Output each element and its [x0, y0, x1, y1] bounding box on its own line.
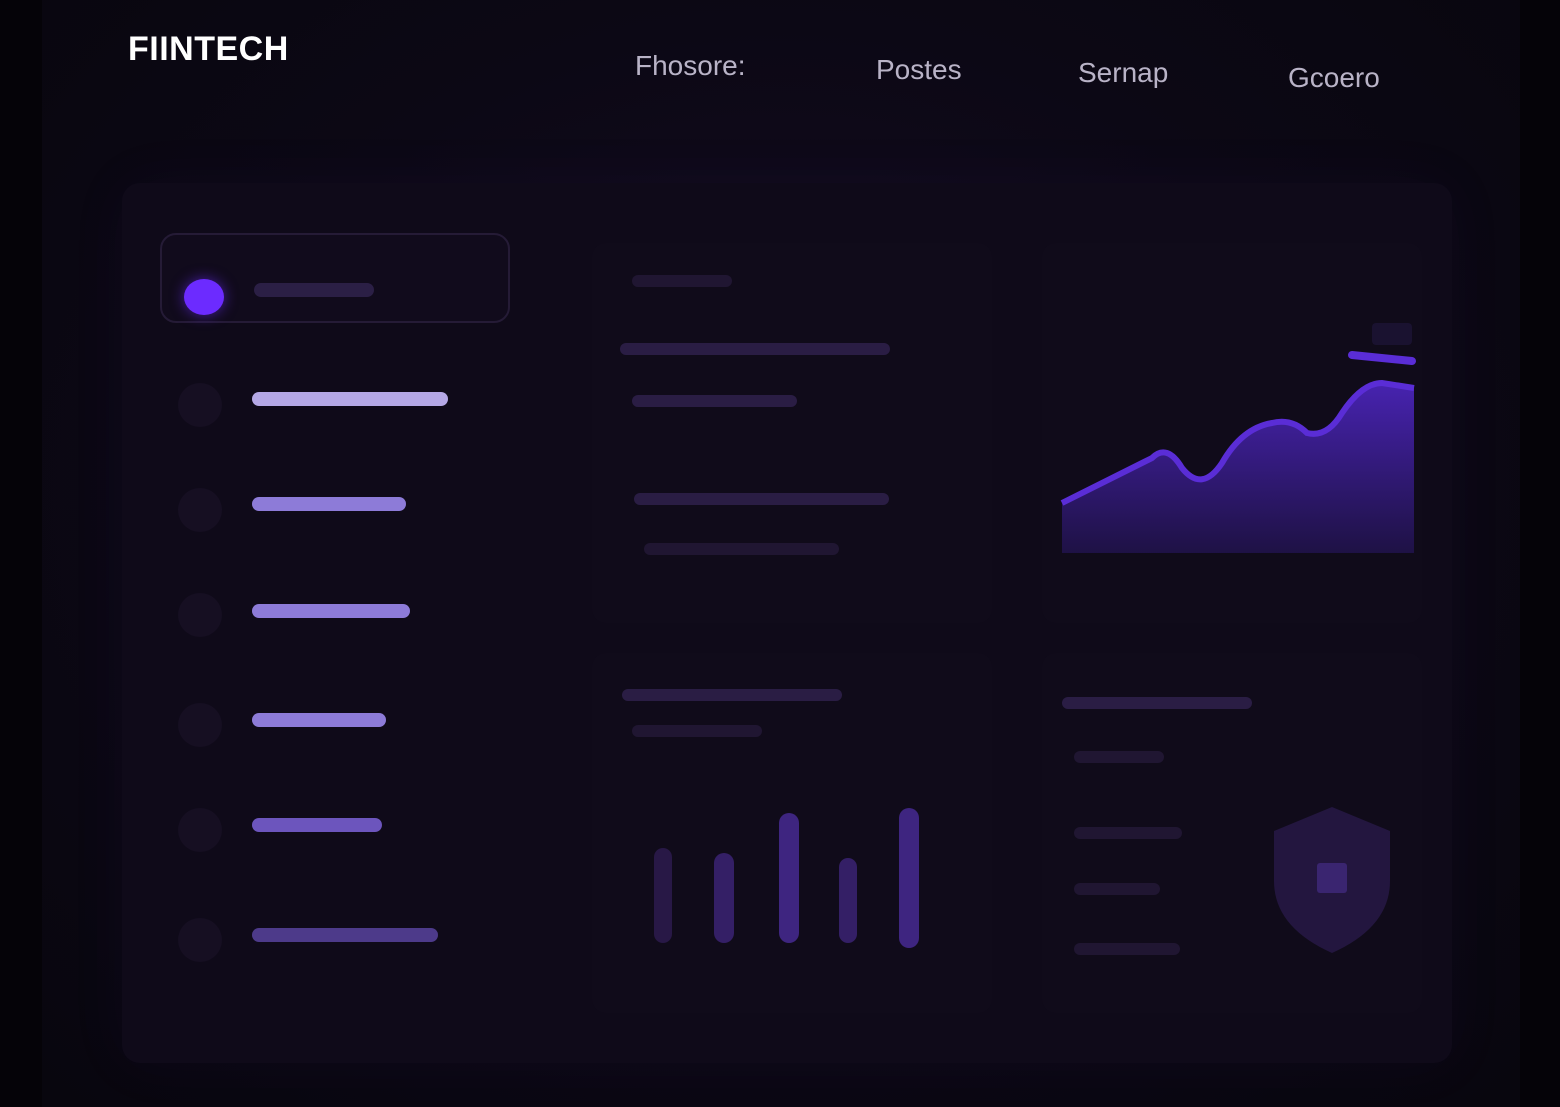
- sidebar-item-1[interactable]: [160, 233, 510, 323]
- bar-chart: [654, 808, 919, 948]
- security-panel: [1042, 653, 1422, 1013]
- placeholder-line: [644, 543, 839, 555]
- area-chart: [1060, 323, 1416, 553]
- placeholder-line: [1074, 827, 1182, 839]
- sidebar-item-icon: [178, 593, 222, 637]
- dashboard-card: [122, 183, 1452, 1063]
- sidebar-item-icon: [178, 918, 222, 962]
- sidebar-item-icon: [178, 488, 222, 532]
- sidebar-item-label: [252, 818, 382, 832]
- sidebar-item-label: [252, 713, 386, 727]
- sidebar-item-label: [254, 283, 374, 297]
- sidebar-item-6[interactable]: [160, 778, 510, 868]
- placeholder-line: [632, 395, 797, 407]
- sidebar-item-4[interactable]: [160, 563, 510, 653]
- sidebar-item-label: [252, 604, 410, 618]
- bar: [839, 858, 857, 943]
- placeholder-line: [620, 343, 890, 355]
- area-chart-panel: [1042, 243, 1422, 623]
- bar-chart-panel: [592, 653, 992, 1013]
- placeholder-line: [1062, 697, 1252, 709]
- nav-item-3[interactable]: Sernap: [1078, 57, 1168, 89]
- sidebar-item-label: [252, 497, 406, 511]
- placeholder-line: [1074, 883, 1160, 895]
- sidebar-item-3[interactable]: [160, 458, 510, 548]
- chart-legend-line: [1348, 351, 1416, 365]
- bar: [654, 848, 672, 943]
- nav-item-2[interactable]: Postes: [876, 54, 962, 86]
- screen-frame: FIINTECH Fhosore: Postes Sernap Gcoero: [0, 0, 1560, 1107]
- bar: [899, 808, 919, 948]
- placeholder-line: [1074, 751, 1164, 763]
- placeholder-line: [634, 493, 889, 505]
- summary-panel: [592, 243, 992, 623]
- shield-icon: [1274, 807, 1390, 953]
- bar: [714, 853, 734, 943]
- nav-item-4[interactable]: Gcoero: [1288, 62, 1380, 94]
- app-window: FIINTECH Fhosore: Postes Sernap Gcoero: [42, 0, 1520, 1107]
- chart-badge: [1372, 323, 1412, 345]
- sidebar: [160, 233, 510, 1013]
- sidebar-item-7[interactable]: [160, 888, 510, 978]
- sidebar-item-icon: [184, 279, 224, 315]
- sidebar-item-2[interactable]: [160, 353, 510, 443]
- bar: [779, 813, 799, 943]
- sidebar-item-icon: [178, 383, 222, 427]
- sidebar-item-5[interactable]: [160, 673, 510, 763]
- sidebar-item-icon: [178, 808, 222, 852]
- sidebar-item-icon: [178, 703, 222, 747]
- sidebar-item-label: [252, 392, 448, 406]
- placeholder-line: [632, 275, 732, 287]
- top-nav: Fhosore: Postes Sernap Gcoero: [42, 48, 1520, 98]
- area-series-fill: [1062, 383, 1414, 553]
- placeholder-line: [1074, 943, 1180, 955]
- sidebar-item-label: [252, 928, 438, 942]
- nav-item-1[interactable]: Fhosore:: [635, 50, 746, 82]
